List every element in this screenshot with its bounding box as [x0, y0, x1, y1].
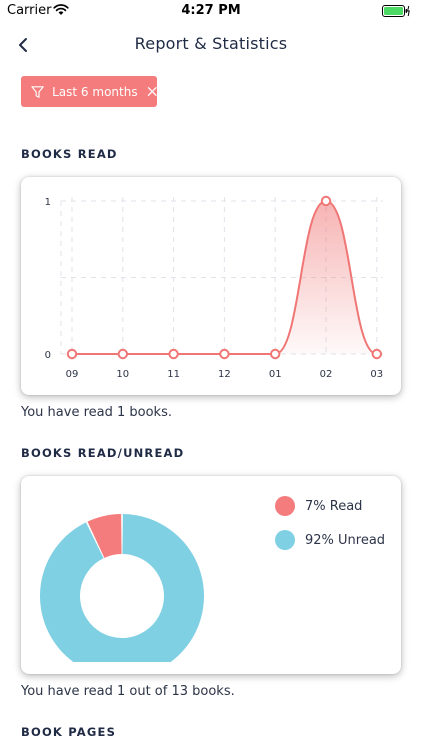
filter-icon: [31, 85, 44, 98]
donut-legend: 7% Read 92% Unread: [275, 496, 385, 564]
x-tick-label: 02: [320, 369, 333, 380]
donut-slice-unread: [40, 514, 204, 662]
books-read-line-chart: 09 10 11 12 01 02 03 01: [45, 195, 383, 380]
status-time: 4:27 PM: [181, 3, 241, 18]
data-point-02: [320, 195, 332, 207]
legend-label-read: 7% Read: [305, 498, 363, 514]
y-tick-label: 1: [45, 197, 51, 208]
close-icon[interactable]: [147, 86, 157, 97]
page-title: Report & Statistics: [134, 34, 288, 53]
legend-item-read: 7% Read: [275, 496, 385, 516]
data-point-12: [219, 348, 230, 360]
x-tick-label: 11: [167, 369, 180, 380]
status-bar: Carrier 4:27 PM: [0, 0, 422, 22]
books-read-heading: BOOKS READ: [21, 147, 118, 161]
data-point-09: [66, 348, 78, 360]
data-point-10: [117, 348, 129, 360]
x-tick-label: 12: [218, 369, 231, 380]
filter-chip[interactable]: Last 6 months: [21, 76, 157, 107]
battery-icon: [382, 5, 410, 17]
book-pages-heading: BOOK PAGES: [21, 725, 117, 739]
books-read-card: 09 10 11 12 01 02 03 01: [21, 177, 401, 395]
x-tick-label: 09: [66, 369, 79, 380]
books-read-summary: You have read 1 books.: [21, 405, 172, 420]
books-read-unread-heading: BOOKS READ/UNREAD: [21, 446, 185, 460]
legend-item-unread: 92% Unread: [275, 530, 385, 550]
y-tick-label: 0: [45, 350, 51, 361]
legend-dot-unread: [275, 530, 295, 550]
x-tick-label: 10: [116, 369, 129, 380]
legend-label-unread: 92% Unread: [305, 532, 386, 548]
data-point-11: [168, 348, 179, 360]
x-tick-label: 03: [370, 369, 383, 380]
x-tick-label: 01: [269, 369, 282, 380]
legend-dot-read: [275, 496, 295, 516]
filter-label: Last 6 months: [52, 84, 138, 99]
books-read-unread-summary: You have read 1 out of 13 books.: [21, 684, 235, 699]
books-read-unread-card: 7% Read 92% Unread: [21, 476, 401, 674]
data-point-01: [270, 348, 281, 360]
read-unread-donut-chart: [40, 514, 204, 662]
data-point-03: [371, 348, 382, 360]
